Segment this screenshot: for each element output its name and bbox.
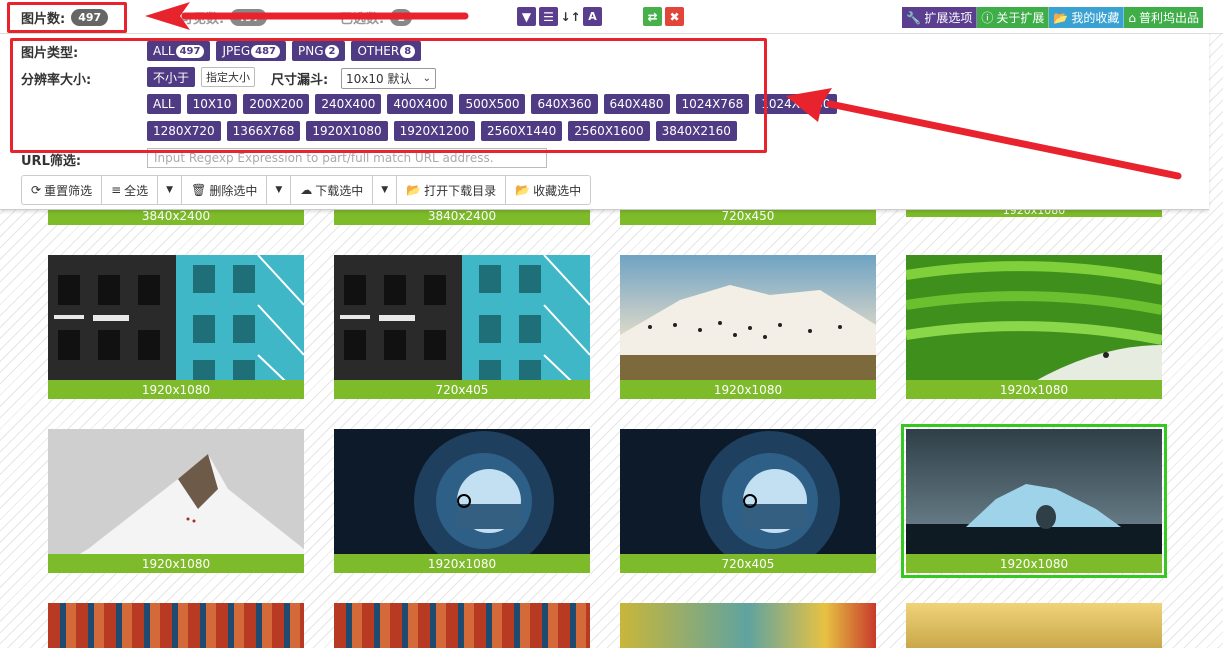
image-size-label: 1920x1080 bbox=[334, 554, 590, 573]
extension-menu: 🔧 扩展选项 ⓘ 关于扩展 📂 我的收藏 ⌂ 普利坞出品 bbox=[902, 7, 1203, 28]
swap-icon[interactable]: ⇄ bbox=[643, 7, 662, 26]
mountain-birds-photo bbox=[620, 255, 876, 399]
image-tile[interactable] bbox=[48, 603, 304, 648]
action-tools: ⇄ ✖ bbox=[643, 7, 684, 26]
image-size-label: 1920x1080 bbox=[48, 380, 304, 399]
visible-count-badge: 497 bbox=[230, 9, 268, 26]
publisher-button[interactable]: ⌂ 普利坞出品 bbox=[1124, 7, 1203, 28]
home-icon: ⌂ bbox=[1128, 10, 1136, 25]
image-tile[interactable] bbox=[906, 603, 1162, 648]
image-size-label: 1920x1080 bbox=[48, 554, 304, 573]
sort-icon[interactable]: ↓↑ bbox=[560, 7, 581, 26]
top-bar: 图片数: 497 可见数: 497 已选数: 1 ▼ ☰ ↓↑ A ⇄ ✖ 🔧 … bbox=[0, 0, 1223, 34]
image-tile[interactable]: 1920x1080 bbox=[48, 255, 304, 399]
my-favorites-button[interactable]: 📂 我的收藏 bbox=[1049, 7, 1125, 28]
delete-dropdown[interactable]: ▼ bbox=[267, 176, 292, 204]
image-tile[interactable]: 720x405 bbox=[620, 429, 876, 573]
about-extension-button[interactable]: ⓘ 关于扩展 bbox=[977, 7, 1050, 28]
folder-open-icon: 📂 bbox=[406, 183, 422, 197]
download-dropdown[interactable]: ▼ bbox=[373, 176, 398, 204]
about-extension-label: 关于扩展 bbox=[996, 11, 1045, 25]
action-toolbar: ⟳ 重置筛选 ≡ 全选 ▼ 🗑 删除选中 ▼ ☁ 下载选中 ▼ 📂 打开下载目录 📂 收藏选… bbox=[21, 175, 592, 205]
caret-down-icon: ▼ bbox=[381, 185, 389, 195]
image-size-label: 1920x1080 bbox=[906, 554, 1162, 573]
close-icon[interactable]: ✖ bbox=[665, 7, 684, 26]
caret-down-icon: ▼ bbox=[166, 185, 174, 195]
favorite-selected-button[interactable]: 📂 收藏选中 bbox=[506, 176, 590, 204]
publisher-label: 普利坞出品 bbox=[1138, 11, 1199, 25]
my-favorites-label: 我的收藏 bbox=[1071, 11, 1120, 25]
delete-selected-button[interactable]: 🗑 删除选中 bbox=[182, 176, 268, 204]
tunnel-portal-photo bbox=[620, 429, 876, 573]
extension-options-button[interactable]: 🔧 扩展选项 bbox=[902, 7, 978, 28]
image-tile[interactable]: 720x405 bbox=[334, 255, 590, 399]
extension-options-label: 扩展选项 bbox=[924, 11, 973, 25]
font-icon[interactable]: A bbox=[583, 7, 602, 26]
selected-count-label: 已选数: bbox=[340, 12, 385, 27]
image-tile[interactable] bbox=[620, 603, 876, 648]
select-all-dropdown[interactable]: ▼ bbox=[158, 176, 183, 204]
list-icon: ≡ bbox=[111, 183, 122, 197]
visible-count-label: 可见数: bbox=[180, 12, 225, 27]
snowy-peak-photo bbox=[48, 429, 304, 573]
wrench-icon: 🔧 bbox=[906, 10, 922, 25]
select-all-button[interactable]: ≡ 全选 bbox=[102, 176, 159, 204]
selected-count-badge: 1 bbox=[390, 9, 412, 26]
size-chip[interactable]: 1024X1280 bbox=[755, 94, 837, 114]
trash-icon: 🗑 bbox=[191, 183, 207, 197]
image-tile[interactable]: 1920x1080 bbox=[48, 429, 304, 573]
download-selected-button[interactable]: ☁ 下载选中 bbox=[291, 176, 374, 204]
highlight-box-count bbox=[7, 2, 127, 33]
filter-icon[interactable]: ▼ bbox=[517, 7, 536, 26]
image-size-label: 720x405 bbox=[334, 380, 590, 399]
caret-down-icon: ▼ bbox=[275, 185, 283, 195]
view-tools: ▼ ☰ ↓↑ A bbox=[517, 7, 602, 26]
list-icon[interactable]: ☰ bbox=[539, 7, 558, 26]
selected-count-stat: 已选数: 1 bbox=[340, 8, 412, 27]
folder-open-icon: 📂 bbox=[515, 183, 531, 197]
image-size-label: 1920x1080 bbox=[906, 380, 1162, 399]
reset-filter-button[interactable]: ⟳ 重置筛选 bbox=[22, 176, 103, 204]
iceberg-photo bbox=[906, 429, 1162, 573]
building-photo bbox=[48, 255, 304, 399]
image-tile[interactable]: 1920x1080 bbox=[620, 255, 876, 399]
image-tile[interactable] bbox=[334, 603, 590, 648]
rice-terrace-photo bbox=[906, 255, 1162, 399]
building-photo bbox=[334, 255, 590, 399]
cloud-download-icon: ☁ bbox=[300, 183, 313, 197]
open-download-folder-button[interactable]: 📂 打开下载目录 bbox=[397, 176, 507, 204]
tunnel-portal-photo bbox=[334, 429, 590, 573]
image-size-label: 1920x1080 bbox=[620, 380, 876, 399]
image-tile[interactable]: 1920x1080 bbox=[334, 429, 590, 573]
image-tile-selected[interactable]: 1920x1080 bbox=[901, 424, 1167, 578]
refresh-icon: ⟳ bbox=[31, 183, 42, 197]
folder-icon: 📂 bbox=[1053, 10, 1069, 25]
image-tile[interactable]: 1920x1080 bbox=[906, 255, 1162, 399]
image-size-label: 720x405 bbox=[620, 554, 876, 573]
highlight-box-filters bbox=[10, 38, 767, 153]
visible-count-stat: 可见数: 497 bbox=[180, 8, 268, 27]
info-icon: ⓘ bbox=[981, 11, 994, 25]
